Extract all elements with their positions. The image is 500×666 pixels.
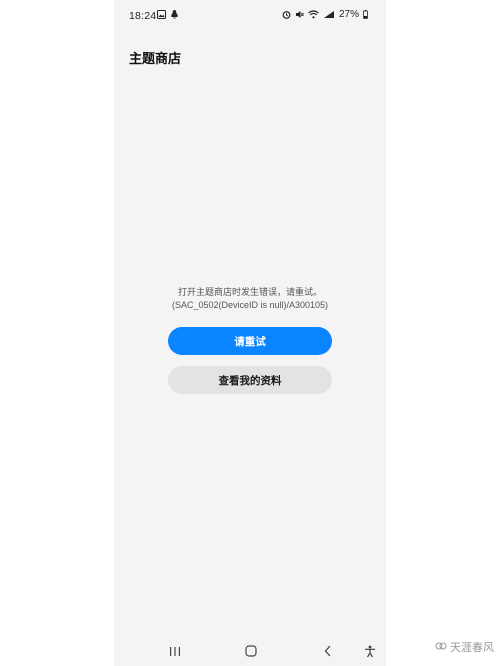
navigation-bar <box>114 636 386 666</box>
gallery-icon <box>157 9 166 19</box>
mute-icon <box>295 10 304 19</box>
back-icon[interactable] <box>318 642 338 660</box>
accessibility-icon[interactable] <box>360 642 380 660</box>
watermark: 天涯春风 <box>435 639 494 655</box>
wifi-icon <box>308 10 319 19</box>
view-profile-button[interactable]: 查看我的资料 <box>168 366 332 394</box>
phone-screen: 18:24 27% 主题商店 打开主题商店时发生错误，请重试。 (SAC_050… <box>114 0 386 666</box>
error-message: 打开主题商店时发生错误，请重试。 <box>177 287 322 297</box>
signal-icon <box>323 10 335 19</box>
watermark-text: 天涯春风 <box>450 642 494 654</box>
battery-text: 27% <box>338 9 359 20</box>
alarm-icon <box>282 10 291 19</box>
error-code: (SAC_0502(DeviceID is null)/A300105) <box>171 300 329 310</box>
retry-button[interactable]: 请重试 <box>168 327 332 355</box>
status-left-icons <box>157 9 179 19</box>
recent-apps-icon[interactable] <box>165 642 185 660</box>
page-title: 主题商店 <box>129 51 182 66</box>
status-right-icons: 27% <box>282 9 368 20</box>
home-icon[interactable] <box>241 642 261 660</box>
status-time: 18:24 <box>129 10 157 22</box>
error-message-block: 打开主题商店时发生错误，请重试。 (SAC_0502(DeviceID is n… <box>114 286 386 312</box>
watermark-logo-icon <box>435 640 447 655</box>
battery-icon <box>363 10 368 19</box>
status-bar: 18:24 27% <box>114 0 386 30</box>
notification-icon <box>170 9 179 19</box>
